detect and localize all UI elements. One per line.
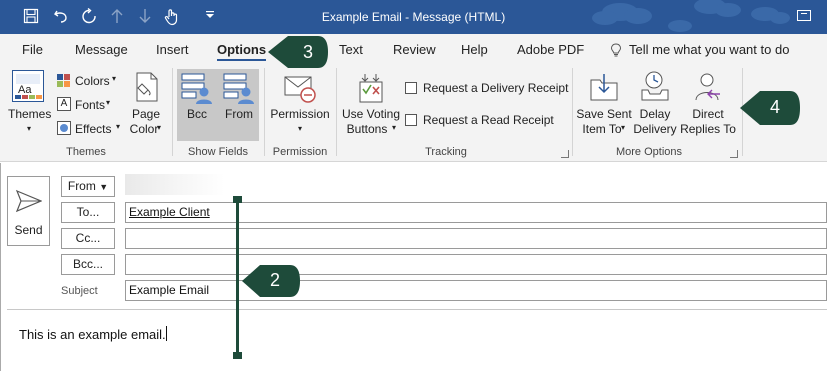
show-fields-group-label: Show Fields — [188, 146, 248, 158]
tab-file[interactable]: File — [22, 42, 43, 57]
permission-icon[interactable] — [284, 74, 318, 104]
save-sent-item-label[interactable]: Save Sent — [576, 107, 632, 122]
permission-group-label: Permission — [272, 146, 328, 158]
voting-buttons-label[interactable]: Use Voting — [340, 107, 402, 122]
fonts-icon: A — [57, 97, 71, 111]
direct-replies-label[interactable]: Direct — [680, 107, 736, 122]
from-icon[interactable] — [223, 73, 255, 105]
bcc-field[interactable] — [125, 254, 827, 275]
page-color-icon[interactable] — [134, 72, 160, 102]
save-sent-item-icon[interactable] — [589, 72, 619, 102]
tab-help[interactable]: Help — [461, 42, 488, 57]
tab-adobe-pdf[interactable]: Adobe PDF — [517, 42, 584, 57]
callout-3-number: 3 — [303, 42, 314, 62]
caret-down-icon: ▼ — [99, 182, 109, 192]
chevron-down-icon: ▾ — [392, 123, 397, 132]
chevron-down-icon: ▾ — [106, 98, 111, 107]
callout-2-number: 2 — [270, 270, 281, 290]
page-color-button-label[interactable]: Page — [126, 107, 166, 122]
chevron-down-icon: ▾ — [157, 123, 162, 132]
themes-icon[interactable]: Aa — [12, 70, 44, 102]
chevron-down-icon: ▾ — [297, 124, 302, 133]
ribbon-display-options-button[interactable] — [797, 10, 811, 21]
colors-button[interactable]: Colors — [75, 74, 110, 88]
read-receipt-label[interactable]: Request a Read Receipt — [423, 113, 554, 127]
more-options-group-label: More Options — [615, 146, 683, 158]
subject-field[interactable]: Example Email — [125, 280, 827, 301]
group-separator — [572, 68, 573, 156]
chevron-down-icon: ▾ — [621, 123, 626, 132]
fonts-button[interactable]: Fonts — [75, 98, 105, 112]
effects-icon — [57, 121, 71, 135]
cc-button[interactable]: Cc... — [61, 228, 115, 249]
chevron-down-icon: ▾ — [26, 124, 31, 133]
tab-options[interactable]: Options — [217, 42, 267, 61]
chevron-down-icon: ▾ — [112, 74, 117, 83]
to-recipient[interactable]: Example Client — [129, 205, 210, 219]
group-separator — [336, 68, 337, 156]
delay-delivery-label[interactable]: Delay — [632, 107, 678, 122]
group-separator — [172, 68, 173, 156]
send-button[interactable]: Send — [7, 176, 50, 246]
ribbon-tabs: File Message Insert Options Text Review … — [0, 34, 827, 64]
to-button[interactable]: To... — [61, 202, 115, 223]
annotation-line-cap-top — [233, 196, 242, 203]
delay-delivery-icon[interactable] — [640, 70, 670, 102]
delivery-receipt-checkbox[interactable] — [405, 82, 417, 94]
title-bar: Example Email - Message (HTML) — [0, 0, 827, 34]
tracking-dialog-launcher-icon[interactable] — [561, 150, 569, 158]
delivery-receipt-label[interactable]: Request a Delivery Receipt — [423, 81, 568, 95]
ribbon: Aa Themes ▾ Colors ▾ A Fonts ▾ Effects ▾… — [0, 64, 827, 162]
voting-buttons-icon[interactable] — [356, 72, 386, 104]
message-body-text: This is an example email. — [19, 327, 166, 342]
callout-3-shape — [268, 36, 328, 68]
text-cursor — [165, 326, 167, 341]
bcc-button[interactable]: Bcc... — [61, 254, 115, 275]
message-body[interactable]: This is an example email. — [19, 326, 167, 342]
to-field[interactable]: Example Client — [125, 202, 827, 223]
tab-review[interactable]: Review — [393, 42, 436, 57]
tell-me-search[interactable]: Tell me what you want to do — [629, 42, 789, 57]
themes-group-label: Themes — [66, 146, 106, 158]
cc-field[interactable] — [125, 228, 827, 249]
from-address-redacted — [125, 174, 225, 195]
tracking-group-label: Tracking — [425, 146, 467, 158]
annotation-line-cap-bottom — [233, 352, 242, 359]
decorative-clouds-icon — [592, 0, 790, 32]
tab-message[interactable]: Message — [75, 42, 128, 57]
effects-button[interactable]: Effects — [75, 122, 111, 136]
send-label: Send — [14, 223, 43, 237]
direct-replies-icon[interactable] — [694, 72, 724, 102]
from-button-label[interactable]: From — [220, 107, 258, 122]
subject-label: Subject — [61, 285, 98, 297]
bcc-icon[interactable] — [181, 73, 213, 105]
permission-button-label[interactable]: Permission — [268, 107, 332, 122]
lightbulb-icon — [610, 43, 622, 57]
body-separator — [7, 309, 827, 310]
delay-delivery-label-2[interactable]: Delivery — [632, 122, 678, 137]
more-options-dialog-launcher-icon[interactable] — [730, 150, 738, 158]
direct-replies-label-2[interactable]: Replies To — [678, 122, 738, 137]
annotation-vertical-line — [236, 199, 239, 357]
voting-buttons-label-2[interactable]: Buttons — [336, 122, 398, 137]
from-dropdown-button[interactable]: From ▼ — [61, 176, 115, 197]
chevron-down-icon: ▾ — [116, 122, 121, 131]
send-icon — [16, 189, 42, 213]
bcc-button-label[interactable]: Bcc — [178, 107, 216, 122]
group-separator — [264, 68, 265, 156]
themes-button-label[interactable]: Themes — [8, 107, 51, 122]
read-receipt-checkbox[interactable] — [405, 114, 417, 126]
from-label: From — [67, 179, 96, 193]
tab-text[interactable]: Text — [339, 42, 363, 57]
tab-insert[interactable]: Insert — [156, 42, 189, 57]
callout-4-number: 4 — [770, 97, 781, 117]
colors-icon — [57, 74, 70, 87]
